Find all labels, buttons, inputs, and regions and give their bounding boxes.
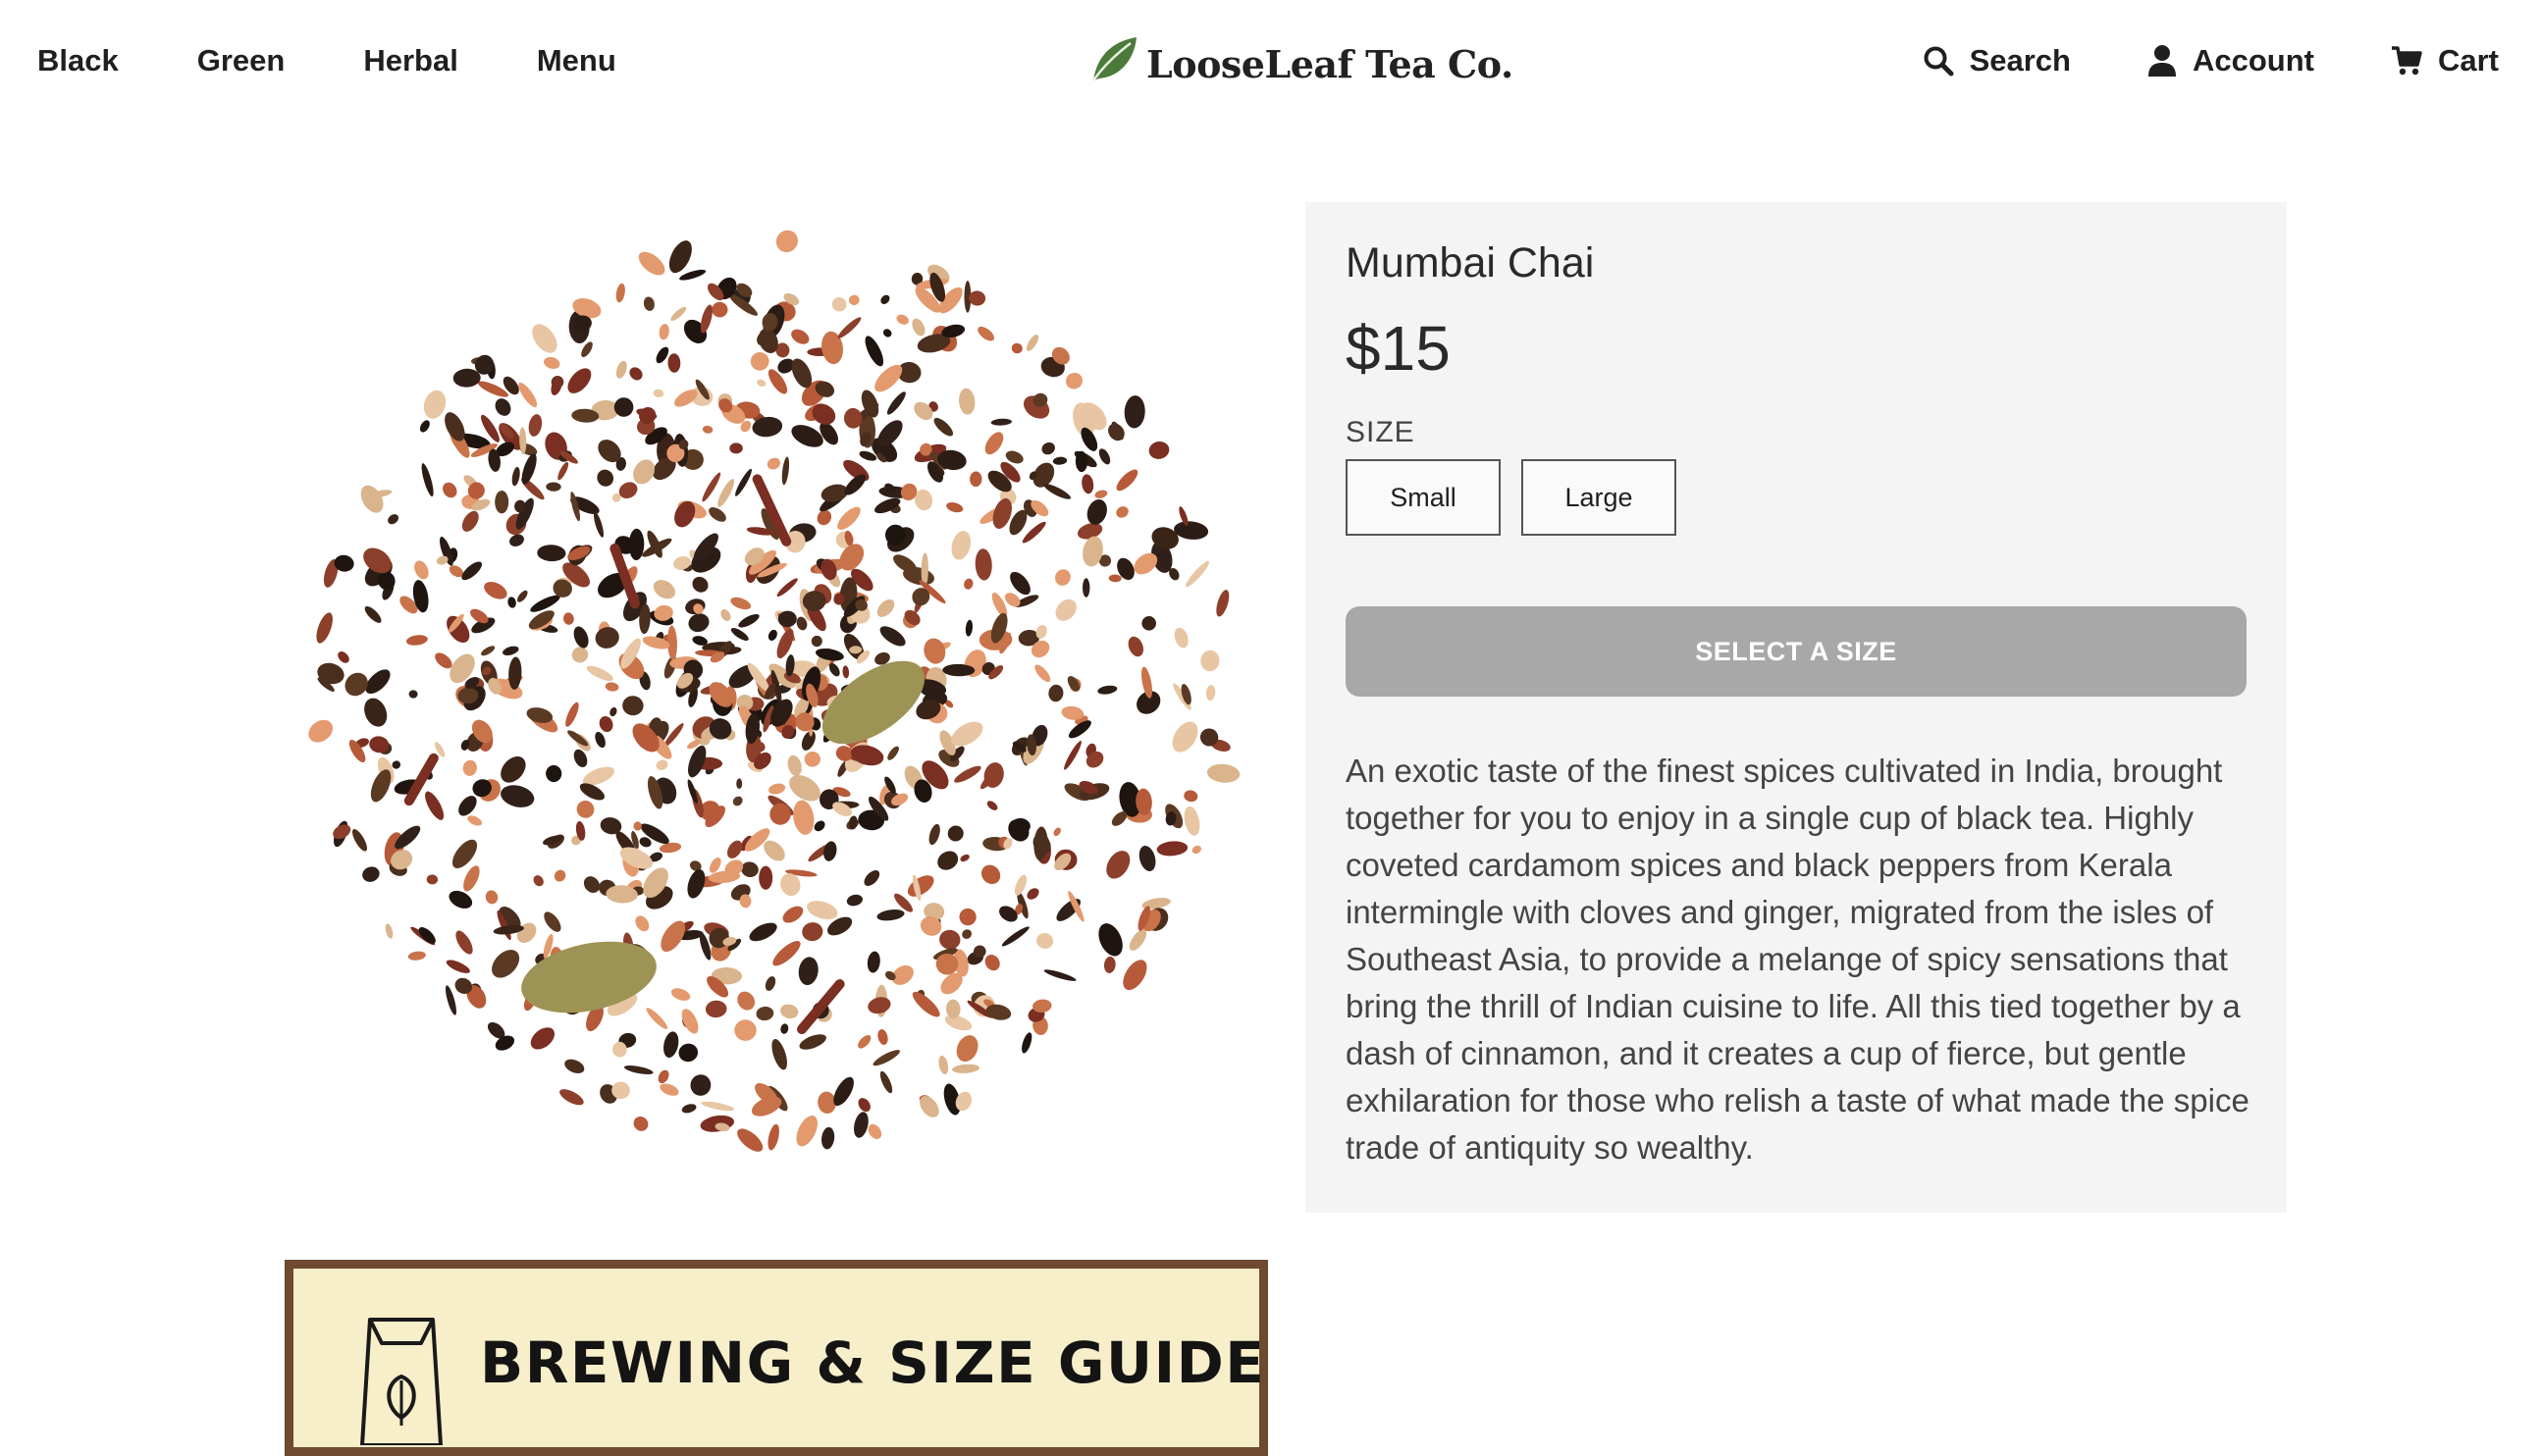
loose-leaf-tea-blend-image	[308, 230, 1241, 1152]
product-title: Mumbai Chai	[1346, 239, 1595, 286]
nav-black[interactable]: Black	[37, 43, 119, 78]
site-logo[interactable]: LooseLeaf Tea Co.	[1087, 33, 1513, 86]
cart-icon	[2391, 46, 2422, 76]
search-icon	[1924, 46, 1954, 77]
nav-green[interactable]: Green	[197, 43, 286, 78]
utility-nav: Search Account Cart	[1923, 43, 2499, 78]
product-image	[285, 202, 1266, 1183]
add-to-cart-button[interactable]: SELECT A SIZE	[1346, 606, 2247, 697]
size-label: SIZE	[1346, 416, 1415, 448]
search-label: Search	[1969, 43, 2071, 78]
account-button[interactable]: Account	[2147, 43, 2314, 78]
tea-bag-icon	[360, 1318, 443, 1445]
primary-nav: Black Green Herbal Menu	[37, 43, 616, 78]
nav-herbal[interactable]: Herbal	[363, 43, 457, 78]
cart-label: Cart	[2437, 43, 2499, 78]
leaf-icon	[1091, 37, 1137, 81]
brewing-guide-banner[interactable]: BREWING & SIZE GUIDE	[285, 1260, 1268, 1456]
product-price: $15	[1346, 313, 1451, 384]
nav-menu[interactable]: Menu	[537, 43, 616, 78]
product-description: An exotic taste of the finest spices cul…	[1346, 753, 2249, 1166]
cart-button[interactable]: Cart	[2391, 43, 2499, 78]
user-icon	[2147, 45, 2176, 77]
brewing-guide-title: BREWING & SIZE GUIDE	[480, 1329, 1266, 1396]
logo-text: LooseLeaf Tea Co.	[1146, 42, 1513, 86]
size-option-large[interactable]: Large	[1521, 459, 1676, 536]
product-details-panel: Mumbai Chai $15 SIZE Small Large SELECT …	[1305, 202, 2287, 1213]
search-button[interactable]: Search	[1923, 43, 2071, 78]
account-label: Account	[2192, 43, 2314, 78]
size-option-small[interactable]: Small	[1346, 459, 1501, 536]
